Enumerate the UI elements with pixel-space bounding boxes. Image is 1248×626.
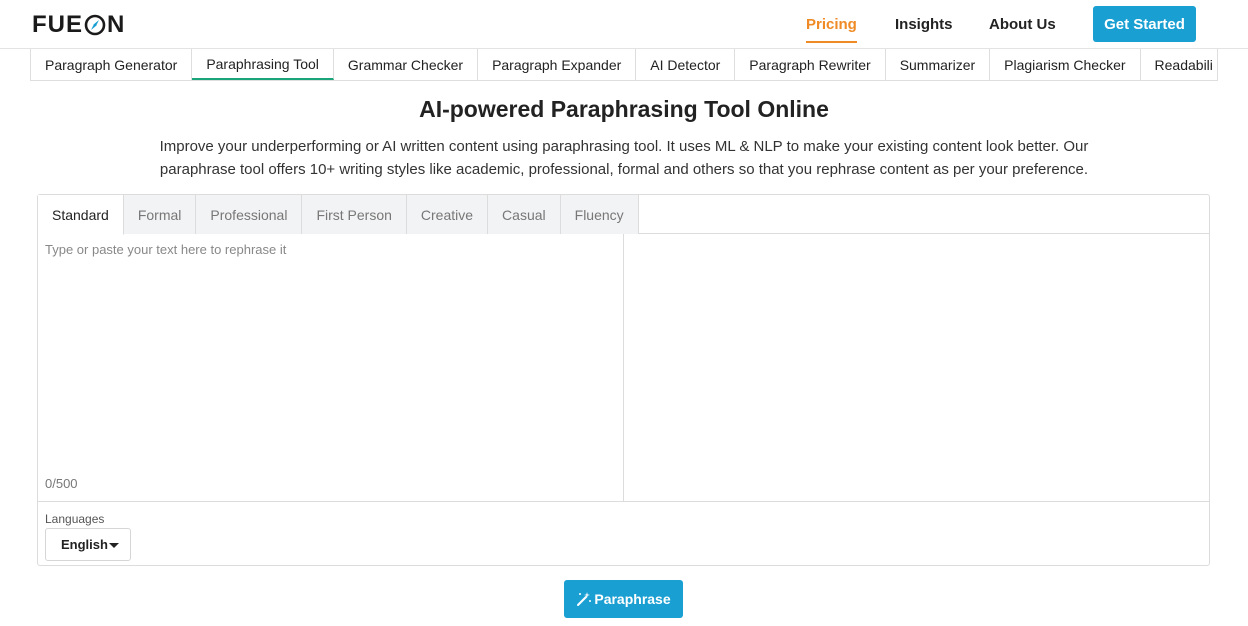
mode-tab-first-person[interactable]: First Person [302,195,407,234]
tooltab-paraphrasing-tool[interactable]: Paraphrasing Tool [192,49,334,80]
editor-footer: Languages English [38,501,1209,565]
paraphrase-button[interactable]: Paraphrase [564,580,683,618]
output-pane[interactable] [625,234,1209,502]
site-header: FUE N Pricing Insights About Us Get Star… [0,0,1248,49]
paraphrase-editor: Standard Formal Professional First Perso… [37,194,1210,566]
language-dropdown[interactable]: English [45,528,131,561]
caret-down-icon [109,543,119,548]
tooltab-paragraph-rewriter[interactable]: Paragraph Rewriter [735,49,886,80]
tooltab-paragraph-generator[interactable]: Paragraph Generator [31,49,193,80]
character-counter: 0/500 [45,476,78,491]
input-pane: 0/500 [38,234,624,502]
paraphrase-label: Paraphrase [594,591,671,607]
tooltab-ai-detector[interactable]: AI Detector [636,49,736,80]
mode-tab-fluency[interactable]: Fluency [560,195,639,234]
magic-wand-icon [577,592,592,606]
tooltab-plagiarism-checker[interactable]: Plagiarism Checker [990,49,1141,80]
tooltab-readability[interactable]: Readabili [1141,49,1217,80]
logo-text-left: FUE [32,11,83,38]
compass-icon [84,14,106,36]
nav-about-us[interactable]: About Us [989,0,1056,48]
page-title: AI-powered Paraphrasing Tool Online [419,96,829,122]
page-description: Improve your underperforming or AI writt… [159,138,1089,178]
tooltab-grammar-checker[interactable]: Grammar Checker [334,49,479,80]
mode-tab-professional[interactable]: Professional [196,195,303,234]
mode-tabs: Standard Formal Professional First Perso… [38,195,1209,235]
brand-logo[interactable]: FUE N [32,11,125,39]
tool-tabs: Paragraph Generator Paraphrasing Tool Gr… [30,49,1218,81]
mode-tab-standard[interactable]: Standard [38,195,124,235]
input-textarea[interactable] [38,234,623,466]
language-selected: English [61,537,108,552]
nav-insights[interactable]: Insights [895,0,953,48]
mode-tab-casual[interactable]: Casual [488,195,561,234]
languages-label: Languages [45,512,105,526]
get-started-button[interactable]: Get Started [1093,6,1196,42]
tooltab-paragraph-expander[interactable]: Paragraph Expander [478,49,637,80]
nav-pricing[interactable]: Pricing [806,0,857,48]
mode-tab-creative[interactable]: Creative [406,195,489,234]
mode-tab-formal[interactable]: Formal [123,195,197,234]
tooltab-summarizer[interactable]: Summarizer [886,49,991,80]
logo-text-right: N [107,11,126,38]
